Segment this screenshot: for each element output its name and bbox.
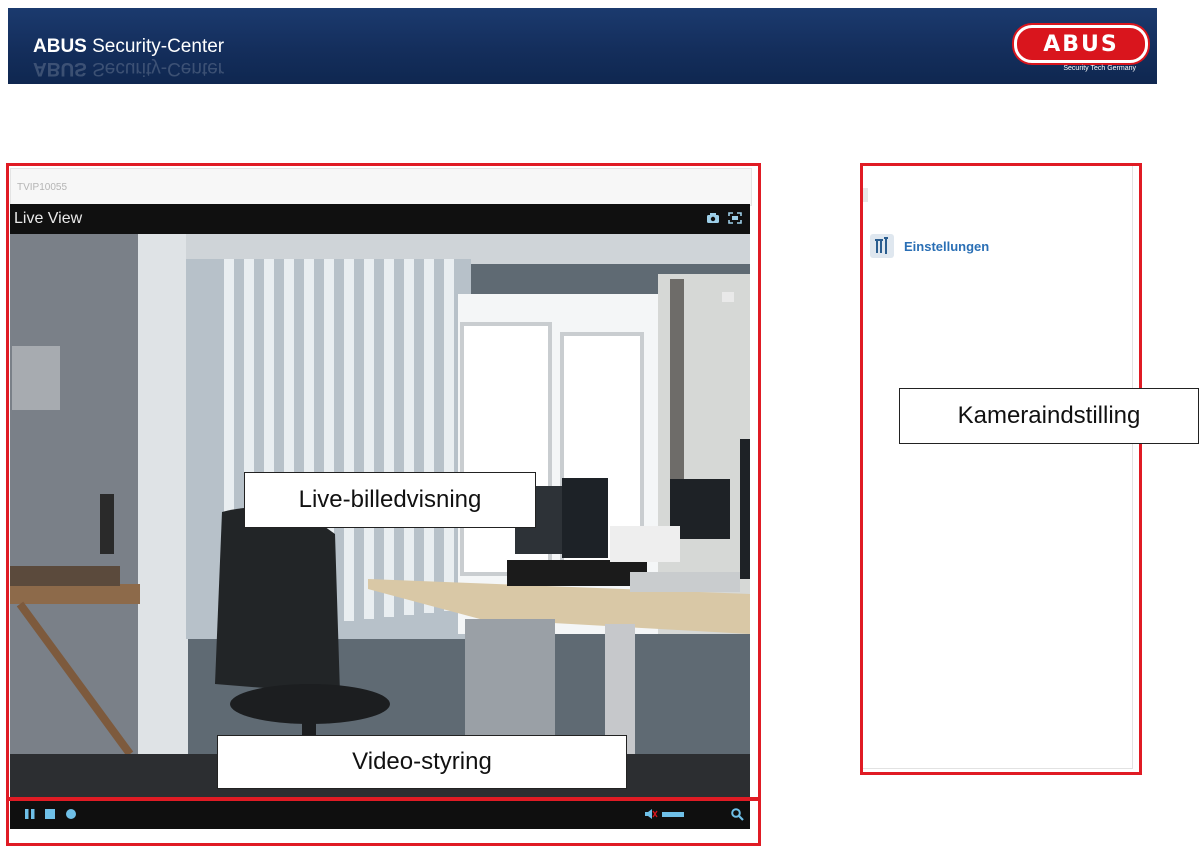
logo-mark: ABUS <box>1014 25 1148 63</box>
fullscreen-icon[interactable] <box>728 212 742 224</box>
callout-live-view: Live-billedvisning <box>244 472 536 528</box>
stop-icon[interactable] <box>44 808 56 820</box>
camera-settings-panel: Einstellungen <box>857 163 1141 775</box>
tools-icon <box>870 234 894 258</box>
camera-snapshot-icon[interactable] <box>706 212 720 224</box>
app-title-brand: ABUS <box>33 36 87 57</box>
live-view-title: Live View <box>14 210 83 227</box>
live-view-header: Live View <box>10 204 750 234</box>
device-name: TVIP10055 <box>17 182 68 193</box>
app-title: ABUS Security-Center <box>33 36 224 58</box>
zoom-icon[interactable] <box>731 808 744 821</box>
abus-logo: ABUS Security Tech Germany <box>1014 25 1150 72</box>
app-title-product: Security-Center <box>86 36 225 57</box>
panel-tab-handle <box>860 188 868 202</box>
app-title-reflection: ABUS Security-Center <box>33 58 225 79</box>
record-icon[interactable] <box>65 808 77 820</box>
header-banner: ABUS Security-Center ABUS Security-Cente… <box>8 8 1157 84</box>
settings-panel-body: Einstellungen <box>860 166 1133 769</box>
settings-link[interactable]: Einstellungen <box>870 234 989 258</box>
logo-tagline: Security Tech Germany <box>1063 65 1136 72</box>
video-control-bar <box>10 797 750 829</box>
device-bar: TVIP10055 <box>10 168 752 206</box>
callout-camera-setting: Kameraindstilling <box>899 388 1199 444</box>
pause-icon[interactable] <box>24 808 36 820</box>
settings-label: Einstellungen <box>904 238 990 254</box>
audio-icon[interactable] <box>644 808 688 820</box>
callout-video-control: Video-styring <box>217 735 627 789</box>
